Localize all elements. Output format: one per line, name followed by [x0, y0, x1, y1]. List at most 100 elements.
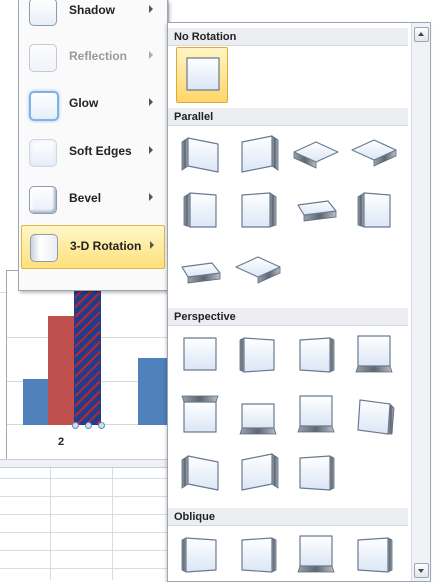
submenu-arrow-icon: [149, 193, 153, 201]
gallery-scrollbar[interactable]: [411, 23, 430, 581]
preset-perspective-front[interactable]: [174, 328, 226, 384]
grid-line: [0, 550, 170, 551]
preset-off-axis-1-right[interactable]: [232, 183, 284, 239]
preset-perspective-above[interactable]: [174, 388, 226, 444]
arrow-down-icon: [418, 569, 424, 573]
rotation-shape-icon: [297, 535, 335, 573]
3d-rotation-thumbnail-icon: [30, 234, 58, 262]
menu-item-label: Reflection: [69, 49, 128, 63]
grid-line: [0, 496, 170, 497]
rotation-shape-icon: [239, 337, 275, 373]
selection-handle[interactable]: [85, 422, 92, 429]
preset-off-axis-2-top[interactable]: [232, 245, 284, 301]
rotation-shape-icon: [293, 141, 339, 169]
window-splitter[interactable]: [0, 459, 170, 468]
rotation-shape-icon: [241, 135, 279, 173]
reflection-thumbnail-icon: [29, 44, 57, 72]
section-header-oblique: Oblique: [168, 508, 408, 526]
menu-item-label: Bevel: [69, 191, 102, 205]
chart-bar-selected[interactable]: [74, 271, 101, 425]
preset-perspective-right[interactable]: [290, 328, 342, 384]
rotation-shape-icon: [181, 537, 217, 573]
grid-line: [0, 532, 170, 533]
preset-perspective-heroic-extreme-right[interactable]: [348, 388, 400, 444]
chart-bar-red[interactable]: [48, 316, 74, 425]
preset-off-axis-1-left[interactable]: [174, 183, 226, 239]
rotation-shape-icon: [181, 137, 219, 173]
preset-perspective-left[interactable]: [232, 328, 284, 384]
menu-item-shadow[interactable]: Shadow: [21, 0, 163, 32]
selection-handle[interactable]: [72, 422, 79, 429]
preset-oblique-bottom-right[interactable]: [348, 528, 400, 581]
menu-item-reflection[interactable]: Reflection: [21, 36, 163, 78]
effects-menu: Shadow Reflection Glow Soft Edges Bevel …: [18, 0, 168, 291]
rotation-shape-icon: [239, 403, 277, 435]
rotation-shape-icon: [235, 256, 281, 284]
submenu-arrow-icon: [149, 98, 153, 106]
arrow-up-icon: [418, 32, 424, 36]
chart-area[interactable]: 2: [6, 270, 170, 462]
glow-thumbnail-icon: [29, 91, 59, 121]
scroll-up-button[interactable]: [414, 27, 429, 42]
shadow-thumbnail-icon: [29, 0, 57, 26]
preset-no-rotation[interactable]: [176, 47, 228, 103]
menu-item-label: Soft Edges: [69, 144, 132, 158]
rotation-shape-icon: [181, 262, 221, 284]
rotation-shape-icon: [241, 453, 279, 491]
rotation-shape-icon: [299, 455, 335, 491]
menu-item-label: Glow: [69, 96, 99, 110]
rotation-shape-icon: [357, 399, 395, 435]
section-header-perspective: Perspective: [168, 308, 408, 326]
rotation-shape-icon: [355, 335, 393, 373]
grid-line: [0, 568, 170, 569]
preset-oblique-bottom-left[interactable]: [290, 528, 342, 581]
chart-bar-blue[interactable]: [138, 358, 170, 425]
menu-item-glow[interactable]: Glow: [21, 83, 163, 125]
preset-off-axis-1-top[interactable]: [290, 183, 342, 239]
rotation-shape-icon: [297, 395, 335, 433]
submenu-arrow-icon: [149, 51, 153, 59]
preset-perspective-below[interactable]: [348, 328, 400, 384]
rotation-shape-icon: [183, 337, 217, 371]
rotation-shape-icon: [297, 200, 337, 222]
section-header-parallel: Parallel: [168, 108, 408, 126]
chart-bar-blue[interactable]: [23, 379, 48, 425]
submenu-arrow-icon: [149, 5, 153, 13]
preset-perspective-relaxed[interactable]: [174, 446, 226, 502]
category-label: 2: [58, 436, 65, 448]
preset-perspective-relaxed-moderately[interactable]: [232, 446, 284, 502]
preset-perspective-left-2[interactable]: [290, 446, 342, 502]
preset-isometric-right-up[interactable]: [232, 128, 284, 184]
preset-oblique-top-right[interactable]: [232, 528, 284, 581]
selection-handle[interactable]: [98, 422, 105, 429]
rotation-shape-icon: [351, 139, 397, 167]
scroll-down-button[interactable]: [414, 563, 429, 578]
rotation-shape-icon: [241, 537, 277, 573]
menu-item-label: Shadow: [69, 3, 116, 17]
rotation-shape-icon: [181, 395, 219, 433]
preset-off-axis-2-right[interactable]: [174, 245, 226, 301]
submenu-arrow-icon: [150, 241, 154, 249]
grid-line: [0, 514, 170, 515]
preset-off-axis-2-left[interactable]: [348, 183, 400, 239]
rotation-shape-icon: [357, 537, 393, 573]
rotation-shape-icon: [357, 192, 391, 228]
preset-oblique-top-left[interactable]: [174, 528, 226, 581]
menu-item-soft-edges[interactable]: Soft Edges: [21, 131, 163, 173]
preset-perspective-heroic-extreme-left[interactable]: [290, 388, 342, 444]
3d-rotation-gallery: No Rotation Parallel Perspective Oblique: [167, 22, 431, 582]
rotation-shape-icon: [241, 192, 277, 228]
preset-isometric-top-down[interactable]: [348, 128, 400, 184]
preset-isometric-top-up[interactable]: [290, 128, 342, 184]
grid-line: [0, 478, 170, 479]
menu-item-3d-rotation[interactable]: 3-D Rotation: [21, 225, 165, 269]
section-header-no-rotation: No Rotation: [168, 28, 408, 46]
bevel-thumbnail-icon: [29, 186, 57, 214]
menu-item-label: 3-D Rotation: [70, 239, 142, 253]
preset-perspective-contrasting-left[interactable]: [232, 388, 284, 444]
soft-edges-thumbnail-icon: [29, 139, 57, 167]
rotation-shape-icon: [186, 57, 220, 91]
submenu-arrow-icon: [149, 146, 153, 154]
preset-isometric-left-down[interactable]: [174, 128, 226, 184]
menu-item-bevel[interactable]: Bevel: [21, 178, 163, 220]
